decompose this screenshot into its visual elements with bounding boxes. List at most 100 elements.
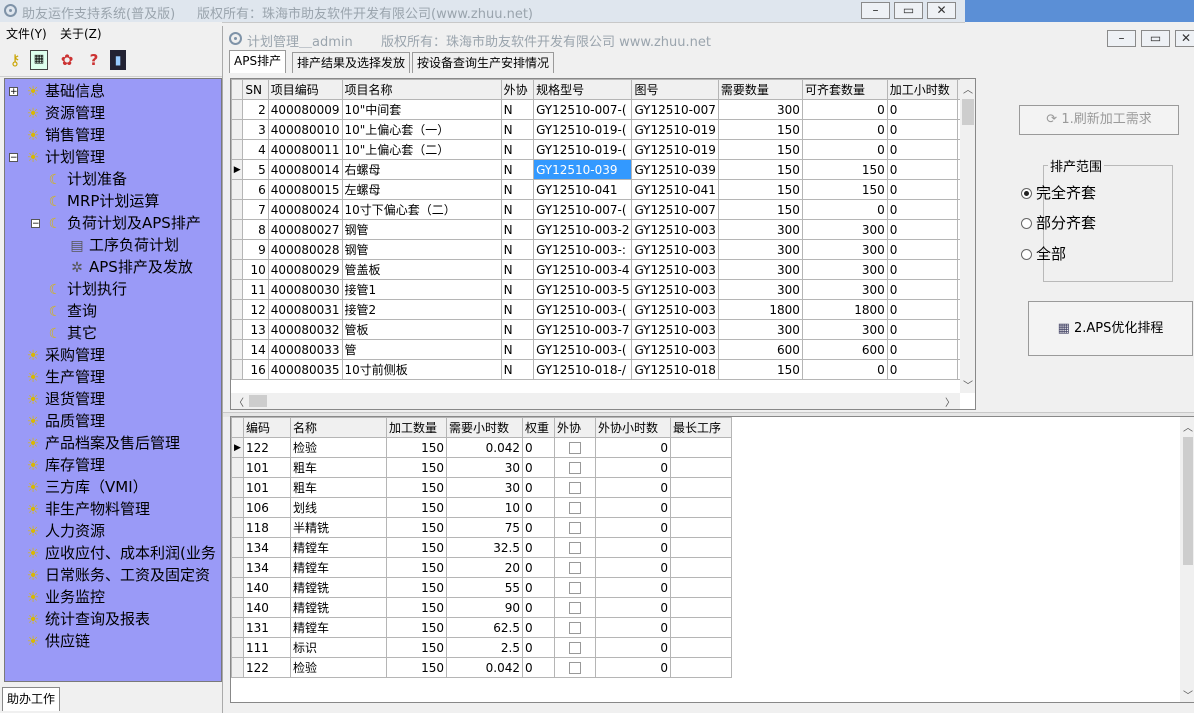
table-cell[interactable]: 6 xyxy=(242,179,269,200)
checkbox[interactable] xyxy=(569,562,581,574)
tree-item[interactable]: ☀ 应收应付、成本利润(业务 xyxy=(25,542,216,564)
table-cell[interactable]: 62.5 xyxy=(446,617,523,638)
menu-file[interactable]: 文件(Y) xyxy=(6,25,47,42)
maximize-button[interactable]: ▭ xyxy=(894,2,923,19)
table-cell[interactable]: 0 xyxy=(801,119,888,140)
table-cell[interactable]: 150 xyxy=(386,617,447,638)
outsource-checkbox-cell[interactable] xyxy=(554,597,596,618)
table-cell[interactable]: 0 xyxy=(801,359,888,380)
tree-item[interactable]: ☀ 采购管理 xyxy=(25,344,105,366)
tree-item[interactable]: ☾ 计划准备 xyxy=(47,168,127,190)
tree-item[interactable]: ☀ 品质管理 xyxy=(25,410,105,432)
table-cell[interactable]: 左螺母 xyxy=(341,179,502,200)
tree-item[interactable]: ☀ 销售管理 xyxy=(25,124,105,146)
table-cell[interactable]: GY12510-003 xyxy=(631,319,719,340)
table-cell[interactable]: 10"上偏心套（二） xyxy=(341,139,502,160)
table-cell[interactable]: N xyxy=(500,239,535,260)
table-cell[interactable]: 122 xyxy=(243,437,291,458)
table-cell[interactable]: N xyxy=(500,339,535,360)
table-cell[interactable]: GY12510-003-7 xyxy=(533,319,633,340)
table-cell[interactable]: 150 xyxy=(801,159,888,180)
table-cell[interactable]: N xyxy=(500,259,535,280)
table-cell[interactable]: 150 xyxy=(717,199,803,220)
table-cell[interactable]: 2.5 xyxy=(446,637,523,658)
table-cell[interactable]: 0 xyxy=(522,577,555,598)
table-row[interactable]: 101 粗车 150 30 0 0 xyxy=(231,477,732,498)
table-cell[interactable]: 检验 xyxy=(290,437,387,458)
table-cell[interactable]: GY12510-018 xyxy=(631,359,719,380)
checkbox[interactable] xyxy=(569,662,581,674)
outsource-checkbox-cell[interactable] xyxy=(554,637,596,658)
table-row[interactable]: ▶ 122 检验 150 0.042 0 0 xyxy=(231,437,732,458)
table-cell[interactable]: 300 xyxy=(801,219,888,240)
table-cell[interactable]: 300 xyxy=(717,319,803,340)
radio-partial-kit[interactable]: 部分齐套 xyxy=(1021,212,1096,233)
scroll-right-icon[interactable]: 〉 xyxy=(942,394,958,409)
table-cell[interactable]: 400080010 xyxy=(267,119,343,140)
table-cell[interactable]: 0 xyxy=(886,119,958,140)
table-cell[interactable]: 精镗铣 xyxy=(290,597,387,618)
table-cell[interactable]: GY12510-003-( xyxy=(533,299,633,320)
outsource-checkbox-cell[interactable] xyxy=(554,497,596,518)
scroll-up-icon[interactable]: ︿ xyxy=(960,81,975,96)
table-cell[interactable]: 55 xyxy=(446,577,523,598)
table-cell[interactable]: GY12510-007 xyxy=(631,99,719,120)
table-cell[interactable]: 0 xyxy=(595,657,671,678)
table-cell[interactable]: 140 xyxy=(243,597,291,618)
table-cell[interactable]: 13 xyxy=(242,319,269,340)
checkbox[interactable] xyxy=(569,522,581,534)
table-cell[interactable]: 300 xyxy=(717,99,803,120)
table-cell[interactable]: 111 xyxy=(243,637,291,658)
column-header[interactable]: 外协小时数 xyxy=(595,417,671,438)
table-cell[interactable]: 400080027 xyxy=(267,219,343,240)
table-cell[interactable]: 0 xyxy=(595,537,671,558)
table-cell[interactable]: 600 xyxy=(717,339,803,360)
table-cell[interactable]: 150 xyxy=(386,457,447,478)
demand-vscroll[interactable]: ︿ ﹀ xyxy=(960,79,975,393)
table-cell[interactable] xyxy=(670,617,732,638)
table-cell[interactable]: N xyxy=(500,299,535,320)
table-cell[interactable] xyxy=(670,557,732,578)
outsource-checkbox-cell[interactable] xyxy=(554,437,596,458)
table-cell[interactable]: 150 xyxy=(386,657,447,678)
table-cell[interactable]: 0 xyxy=(801,199,888,220)
table-cell[interactable]: 管盖板 xyxy=(341,259,502,280)
table-row[interactable]: 101 粗车 150 30 0 0 xyxy=(231,457,732,478)
child-minimize-button[interactable]: – xyxy=(1107,30,1136,47)
table-cell[interactable]: 10 xyxy=(446,497,523,518)
table-cell[interactable]: 131 xyxy=(243,617,291,638)
table-cell[interactable]: 300 xyxy=(717,279,803,300)
table-cell[interactable] xyxy=(670,637,732,658)
table-cell[interactable]: 0 xyxy=(886,359,958,380)
tab-results[interactable]: 排产结果及选择发放 xyxy=(292,52,411,73)
table-cell[interactable]: 134 xyxy=(243,537,291,558)
table-cell[interactable]: 5 xyxy=(242,159,269,180)
table-cell[interactable]: 600 xyxy=(801,339,888,360)
table-cell[interactable]: 122 xyxy=(243,657,291,678)
column-header[interactable]: 图号 xyxy=(631,79,719,100)
aps-optimize-button[interactable]: ▦ 2.APS优化排程 xyxy=(1028,301,1193,356)
table-cell[interactable]: 0 xyxy=(886,259,958,280)
table-cell[interactable]: 精镗车 xyxy=(290,557,387,578)
table-cell[interactable]: 400080009 xyxy=(267,99,343,120)
column-header[interactable]: 权重 xyxy=(522,417,555,438)
table-cell[interactable]: 0 xyxy=(595,477,671,498)
key-icon[interactable]: ⚷ xyxy=(5,50,25,70)
table-cell[interactable]: 150 xyxy=(386,637,447,658)
scroll-down-icon[interactable]: ﹀ xyxy=(960,377,975,392)
table-cell[interactable] xyxy=(670,517,732,538)
table-cell[interactable]: 400080024 xyxy=(267,199,343,220)
table-cell[interactable]: 400080030 xyxy=(267,279,343,300)
table-row[interactable]: 106 划线 150 10 0 0 xyxy=(231,497,732,518)
checkbox[interactable] xyxy=(569,462,581,474)
table-cell[interactable]: 150 xyxy=(717,159,803,180)
table-row[interactable]: 12 400080031 接管2 N GY12510-003-(GY12510-003 1… xyxy=(231,299,975,320)
table-cell[interactable]: 400080014 xyxy=(267,159,343,180)
table-row[interactable]: 11 400080030 接管1 N GY12510-003-5 GY12510-003 3… xyxy=(231,279,975,300)
table-cell[interactable]: 118 xyxy=(243,517,291,538)
table-row[interactable]: 10 400080029 管盖板 N GY12510-003-4 GY12510-003 3… xyxy=(231,259,975,280)
checkbox[interactable] xyxy=(569,482,581,494)
table-cell[interactable]: 右螺母 xyxy=(341,159,502,180)
table-row[interactable]: 131 精镗车 150 62.5 0 0 xyxy=(231,617,732,638)
table-cell[interactable]: 2 xyxy=(242,99,269,120)
